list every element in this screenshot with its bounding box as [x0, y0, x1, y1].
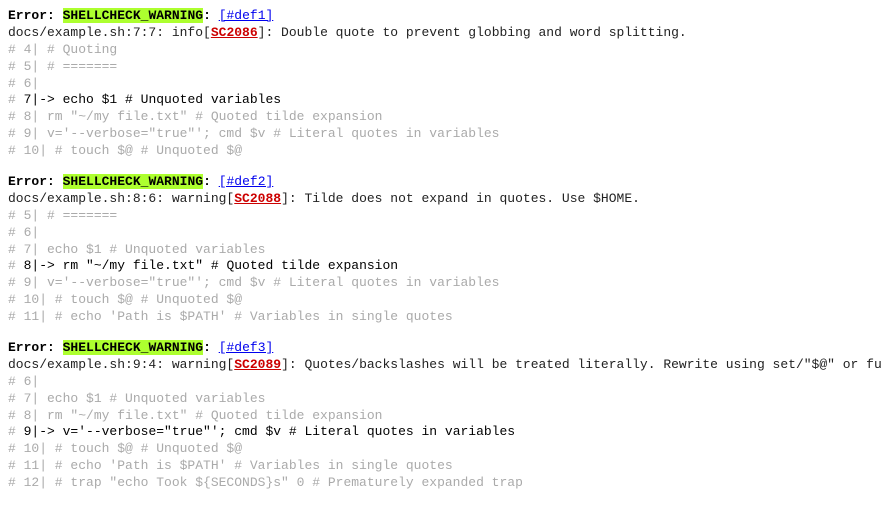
context-text: # 8| rm "~/my file.txt" # Quoted tilde e… — [8, 109, 382, 124]
error-label: Error: — [8, 8, 55, 23]
location-message: ]: Double quote to prevent globbing and … — [258, 25, 687, 40]
shellcheck-code-link[interactable]: SC2088 — [234, 191, 281, 206]
location-prefix: docs/example.sh:9:4: warning[ — [8, 357, 234, 372]
context-text: # 12| # trap "echo Took ${SECONDS}s" 0 #… — [8, 475, 523, 490]
location-message: ]: Quotes/backslashes will be treated li… — [281, 357, 882, 372]
warning-name: SHELLCHECK_WARNING — [63, 8, 203, 23]
code-line: # 4| # Quoting — [8, 42, 874, 59]
code-line: # 11| # echo 'Path is $PATH' # Variables… — [8, 309, 874, 326]
code-line: # 7| echo $1 # Unquoted variables — [8, 242, 874, 259]
colon: : — [203, 8, 211, 23]
location-prefix: docs/example.sh:8:6: warning[ — [8, 191, 234, 206]
code-line: # 10| # touch $@ # Unquoted $@ — [8, 441, 874, 458]
gutter-hash: # — [8, 258, 16, 273]
shellcheck-report: Error: SHELLCHECK_WARNING: [#def1]docs/e… — [8, 8, 874, 492]
context-text: # 6| — [8, 374, 39, 389]
error-block: Error: SHELLCHECK_WARNING: [#def3]docs/e… — [8, 340, 874, 492]
location-message: ]: Tilde does not expand in quotes. Use … — [281, 191, 640, 206]
code-line: # 11| # echo 'Path is $PATH' # Variables… — [8, 458, 874, 475]
shellcheck-code-link[interactable]: SC2086 — [211, 25, 258, 40]
anchor-link[interactable]: [#def3] — [219, 340, 274, 355]
code-text: echo $1 # Unquoted variables — [55, 92, 281, 107]
code-line: # 5| # ======= — [8, 59, 874, 76]
context-text: # 10| # touch $@ # Unquoted $@ — [8, 292, 242, 307]
code-line: # 8| rm "~/my file.txt" # Quoted tilde e… — [8, 408, 874, 425]
context-text: # 7| echo $1 # Unquoted variables — [8, 242, 265, 257]
gutter-hash: # — [8, 424, 16, 439]
error-heading: Error: SHELLCHECK_WARNING: [#def3] — [8, 340, 874, 357]
location-prefix: docs/example.sh:7:7: info[ — [8, 25, 211, 40]
warning-name: SHELLCHECK_WARNING — [63, 340, 203, 355]
code-line: # 6| — [8, 374, 874, 391]
context-text: # 6| — [8, 76, 39, 91]
context-text: # 6| — [8, 225, 39, 240]
error-label: Error: — [8, 174, 55, 189]
code-line-highlight: # 9|-> v='--verbose="true"'; cmd $v # Li… — [8, 424, 874, 441]
context-text: # 9| v='--verbose="true"'; cmd $v # Lite… — [8, 275, 499, 290]
code-text: rm "~/my file.txt" # Quoted tilde expans… — [55, 258, 398, 273]
error-block: Error: SHELLCHECK_WARNING: [#def1]docs/e… — [8, 8, 874, 160]
code-line: # 6| — [8, 225, 874, 242]
error-heading: Error: SHELLCHECK_WARNING: [#def2] — [8, 174, 874, 191]
colon: : — [203, 340, 211, 355]
code-text: v='--verbose="true"'; cmd $v # Literal q… — [55, 424, 515, 439]
error-heading: Error: SHELLCHECK_WARNING: [#def1] — [8, 8, 874, 25]
code-line: # 5| # ======= — [8, 208, 874, 225]
anchor-link[interactable]: [#def1] — [219, 8, 274, 23]
code-line: # 10| # touch $@ # Unquoted $@ — [8, 292, 874, 309]
context-text: # 10| # touch $@ # Unquoted $@ — [8, 441, 242, 456]
colon: : — [203, 174, 211, 189]
context-text: # 4| # Quoting — [8, 42, 117, 57]
code-line: # 8| rm "~/my file.txt" # Quoted tilde e… — [8, 109, 874, 126]
context-text: # 7| echo $1 # Unquoted variables — [8, 391, 265, 406]
code-line: # 12| # trap "echo Took ${SECONDS}s" 0 #… — [8, 475, 874, 492]
code-line: # 7| echo $1 # Unquoted variables — [8, 391, 874, 408]
context-text: # 9| v='--verbose="true"'; cmd $v # Lite… — [8, 126, 499, 141]
code-line: # 6| — [8, 76, 874, 93]
gutter: 8|-> — [16, 258, 55, 273]
context-text: # 11| # echo 'Path is $PATH' # Variables… — [8, 309, 453, 324]
context-text: # 8| rm "~/my file.txt" # Quoted tilde e… — [8, 408, 382, 423]
code-line: # 9| v='--verbose="true"'; cmd $v # Lite… — [8, 126, 874, 143]
code-line: # 9| v='--verbose="true"'; cmd $v # Lite… — [8, 275, 874, 292]
code-line: # 10| # touch $@ # Unquoted $@ — [8, 143, 874, 160]
error-label: Error: — [8, 340, 55, 355]
warning-name: SHELLCHECK_WARNING — [63, 174, 203, 189]
code-line-highlight: # 7|-> echo $1 # Unquoted variables — [8, 92, 874, 109]
gutter: 9|-> — [16, 424, 55, 439]
error-block: Error: SHELLCHECK_WARNING: [#def2]docs/e… — [8, 174, 874, 326]
gutter: 7|-> — [16, 92, 55, 107]
context-text: # 11| # echo 'Path is $PATH' # Variables… — [8, 458, 453, 473]
location-line: docs/example.sh:9:4: warning[SC2089]: Qu… — [8, 357, 874, 374]
context-text: # 5| # ======= — [8, 208, 117, 223]
code-line-highlight: # 8|-> rm "~/my file.txt" # Quoted tilde… — [8, 258, 874, 275]
location-line: docs/example.sh:8:6: warning[SC2088]: Ti… — [8, 191, 874, 208]
anchor-link[interactable]: [#def2] — [219, 174, 274, 189]
shellcheck-code-link[interactable]: SC2089 — [234, 357, 281, 372]
gutter-hash: # — [8, 92, 16, 107]
context-text: # 10| # touch $@ # Unquoted $@ — [8, 143, 242, 158]
location-line: docs/example.sh:7:7: info[SC2086]: Doubl… — [8, 25, 874, 42]
context-text: # 5| # ======= — [8, 59, 117, 74]
